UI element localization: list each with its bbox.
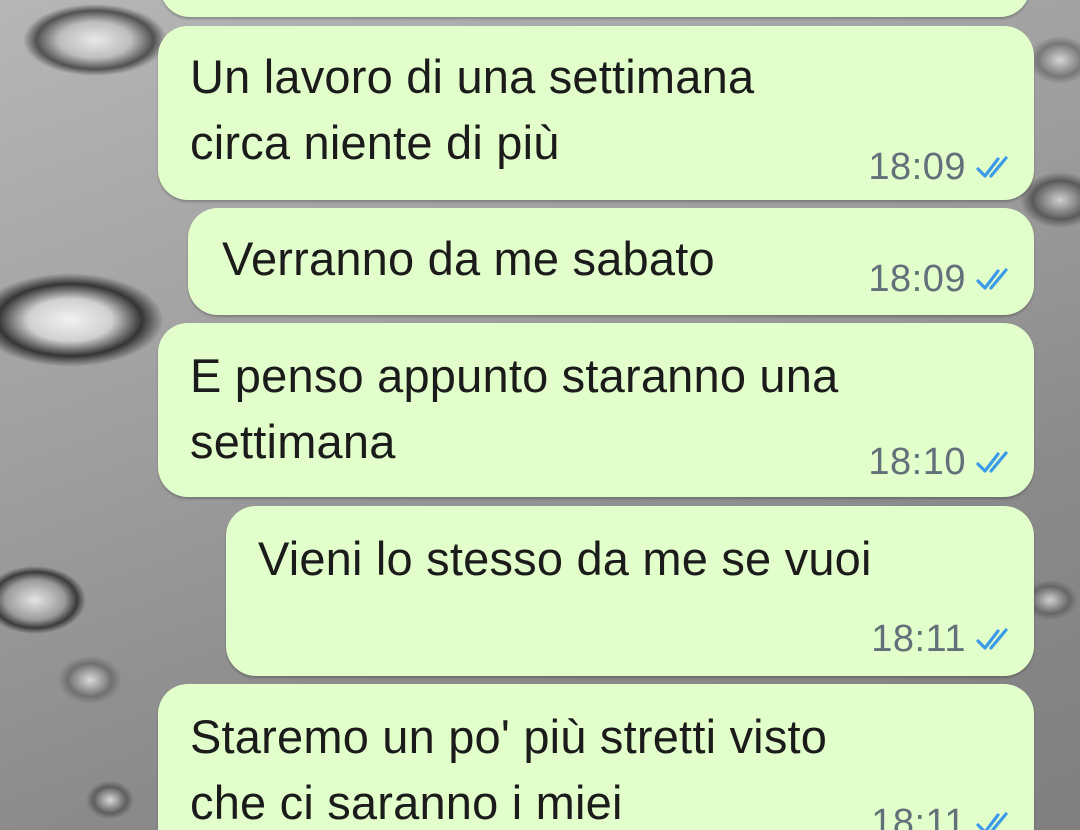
message-bubble-outgoing[interactable]: Staremo un po' più stretti visto che ci … xyxy=(158,684,1034,830)
message-bubble-outgoing[interactable]: Verranno da me sabato 18:09 xyxy=(188,208,1034,315)
message-text: Verranno da me sabato xyxy=(222,232,715,285)
message-text: Staremo un po' più stretti visto che ci … xyxy=(190,710,828,829)
message-text: Vieni lo stesso da me se vuoi xyxy=(258,532,872,585)
message-time: 18:09 xyxy=(868,258,966,300)
message-bubble-outgoing[interactable]: Un lavoro di una settimana circa niente … xyxy=(158,26,1034,200)
double-check-icon xyxy=(976,627,1008,650)
double-check-icon xyxy=(976,811,1008,830)
double-check-icon xyxy=(976,267,1008,290)
message-bubble-outgoing[interactable] xyxy=(160,0,1030,17)
message-time: 18:09 xyxy=(868,146,966,188)
message-time: 18:11 xyxy=(871,802,966,830)
message-time: 18:11 xyxy=(871,618,966,660)
message-text: E penso appunto staranno una settimana xyxy=(190,349,839,468)
double-check-icon xyxy=(976,155,1008,178)
double-check-icon xyxy=(976,450,1008,473)
message-bubble-outgoing[interactable]: Vieni lo stesso da me se vuoi 18:11 xyxy=(226,506,1034,676)
message-bubble-outgoing[interactable]: E penso appunto staranno una settimana 1… xyxy=(158,323,1034,497)
message-time: 18:10 xyxy=(868,441,966,483)
message-text: Un lavoro di una settimana circa niente … xyxy=(190,50,755,169)
